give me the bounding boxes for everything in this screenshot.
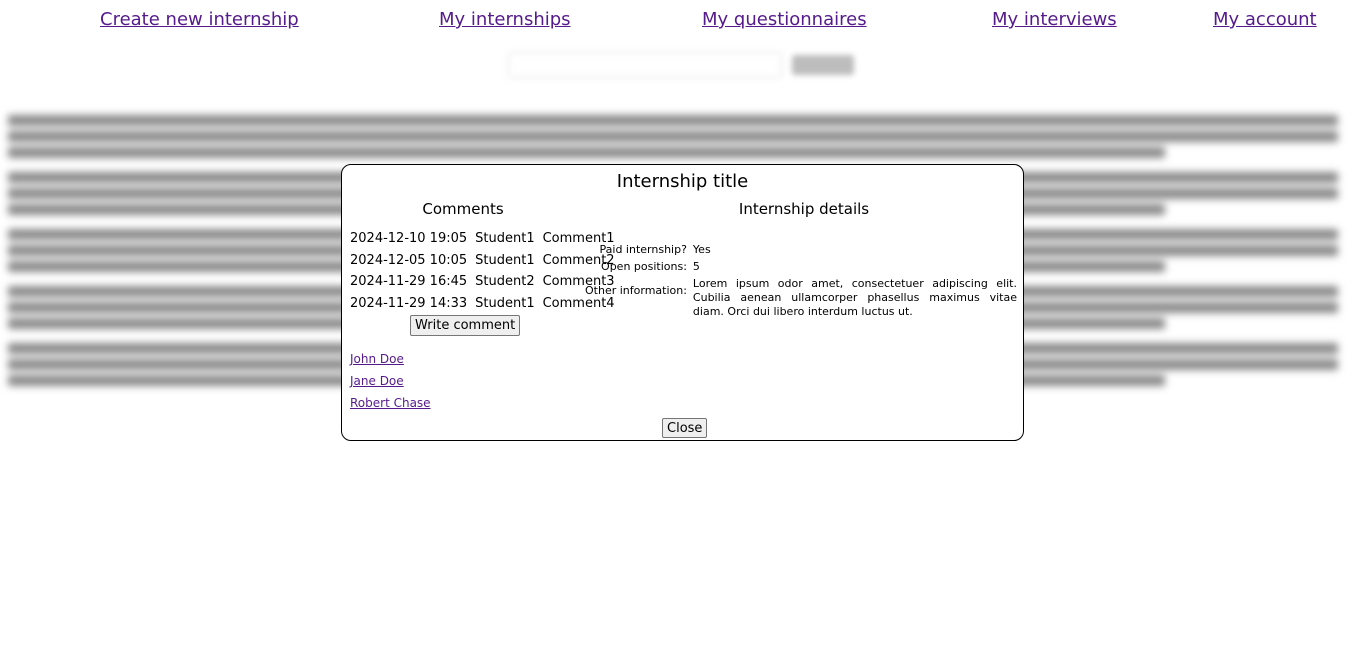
close-button[interactable]: Close	[662, 418, 708, 438]
comment-date: 2024-12-05 10:05	[350, 252, 468, 268]
comment-author: Student2	[475, 274, 535, 290]
blurred-search-button	[792, 55, 854, 75]
applicant-link[interactable]: Robert Chase	[350, 392, 431, 414]
detail-row-other: Other information: Lorem ipsum odor amet…	[582, 275, 1020, 321]
nav-create-internship[interactable]: Create new internship	[100, 9, 299, 30]
positions-label: Open positions:	[601, 260, 687, 273]
details-title: Internship details	[738, 200, 870, 218]
positions-value: 5	[692, 260, 700, 273]
applicant-link[interactable]: Jane Doe	[350, 370, 431, 392]
nav-my-internships[interactable]: My internships	[439, 9, 571, 30]
detail-row-paid: Paid internship? Yes	[582, 241, 1020, 258]
nav-my-account[interactable]: My account	[1213, 9, 1317, 30]
write-comment-button[interactable]: Write comment	[410, 315, 521, 336]
nav-my-questionnaires[interactable]: My questionnaires	[702, 9, 867, 30]
internship-modal: Internship title Comments Internship det…	[341, 164, 1024, 441]
comments-title: Comments	[422, 200, 504, 218]
comment-author: Student1	[475, 252, 535, 268]
nav-my-interviews[interactable]: My interviews	[992, 9, 1117, 30]
comment-date: 2024-11-29 14:33	[350, 295, 468, 311]
comment-date: 2024-12-10 19:05	[350, 231, 468, 247]
blurred-row	[8, 115, 1338, 158]
comment-author: Student1	[475, 295, 535, 311]
modal-title: Internship title	[616, 171, 749, 192]
applicant-link[interactable]: John Doe	[350, 348, 431, 370]
detail-row-positions: Open positions: 5	[582, 258, 1020, 275]
details-table: Paid internship? Yes Open positions: 5 O…	[582, 241, 1020, 321]
applicant-links: John Doe Jane Doe Robert Chase	[350, 348, 431, 414]
other-value: Lorem ipsum odor amet, consectetuer adip…	[692, 277, 1017, 318]
comment-date: 2024-11-29 16:45	[350, 274, 468, 290]
paid-label: Paid internship?	[599, 243, 687, 256]
blurred-search-input	[508, 52, 782, 78]
other-label: Other information:	[585, 284, 687, 297]
comment-author: Student1	[475, 231, 535, 247]
paid-value: Yes	[692, 243, 711, 256]
